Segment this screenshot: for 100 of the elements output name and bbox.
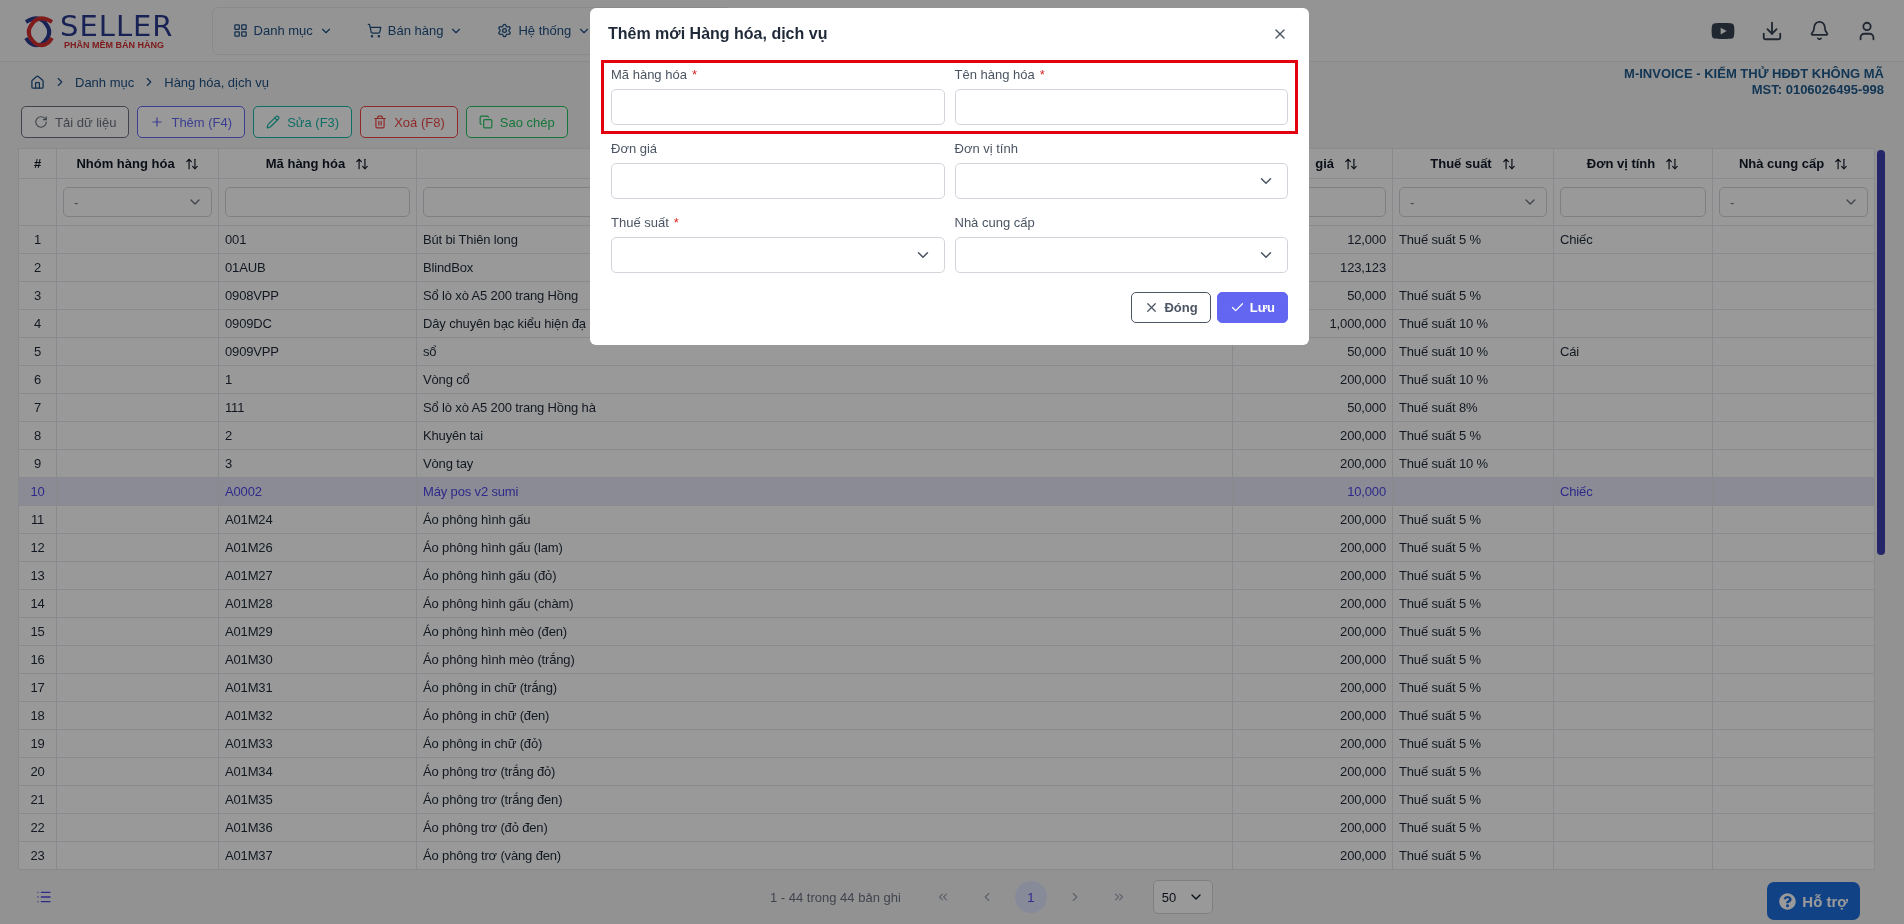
input-field[interactable]	[954, 89, 1288, 125]
table-cell: Áo phông hình mèo (trắng)	[416, 645, 1233, 674]
copy-icon	[478, 115, 493, 129]
notification-icon[interactable]	[1809, 20, 1830, 41]
table-cell: 6	[18, 365, 57, 394]
table-row[interactable]: 12 A01M26 Áo phông hình gấu (lam) 200,000 Thuế suất 5 %	[18, 533, 1875, 562]
table-row[interactable]: 19 A01M33 Áo phông in chữ (đỏ) 200,000 Thuế suất 5 %	[18, 729, 1875, 758]
help-button[interactable]: Hỗ trợ	[1767, 882, 1860, 920]
table-row[interactable]: 7 111 Sổ lò xò A5 200 trang Hồng hà 50,000 Thuế suất 8%	[18, 393, 1875, 422]
table-cell: Thuế suất 5 %	[1392, 841, 1554, 870]
column-header[interactable]: Mã hàng hóa	[218, 148, 417, 179]
table-row[interactable]: 15 A01M29 Áo phông hình mèo (đen) 200,000 Thuế suất 5 %	[18, 617, 1875, 646]
column-header: #	[18, 148, 57, 179]
page-size-select[interactable]: 50	[1152, 880, 1213, 914]
select-field[interactable]	[954, 237, 1288, 273]
filter-select[interactable]: -	[1719, 187, 1868, 217]
table-cell: 200,000	[1232, 561, 1393, 590]
table-cell: Áo phông hình gấu	[416, 505, 1233, 534]
table-cell: Thuế suất 5 %	[1392, 225, 1554, 254]
table-cell: Chiếc	[1553, 477, 1713, 506]
table-row[interactable]: 6 1 Vòng cổ 200,000 Thuế suất 10 %	[18, 365, 1875, 394]
table-row[interactable]: 11 A01M24 Áo phông hình gấu 200,000 Thuế suất 5 %	[18, 505, 1875, 534]
table-row[interactable]: 10 A0002 Máy pos v2 sumi 10,000 Chiếc	[18, 477, 1875, 506]
table-cell: Thuế suất 5 %	[1392, 701, 1554, 730]
table-cell: 200,000	[1232, 841, 1393, 870]
sort-icon[interactable]	[1501, 156, 1516, 171]
table-cell: 200,000	[1232, 505, 1393, 534]
table-cell: Thuế suất 5 %	[1392, 785, 1554, 814]
trash-icon	[373, 115, 388, 129]
table-cell: 1	[18, 225, 57, 254]
table-row[interactable]: 21 A01M35 Áo phông trơ (trắng đen) 200,000 Thuế suất 5 %	[18, 785, 1875, 814]
table-row[interactable]: 8 2 Khuyên tai 200,000 Thuế suất 5 %	[18, 421, 1875, 450]
table-cell: 200,000	[1232, 617, 1393, 646]
table-cell: 2	[18, 253, 57, 282]
download-icon[interactable]	[1761, 19, 1783, 42]
filter-field[interactable]	[1560, 187, 1706, 217]
table-cell: 111	[218, 393, 417, 422]
table-row[interactable]: 17 A01M31 Áo phông in chữ (trắng) 200,000 Thuế suất 5 %	[18, 673, 1875, 702]
select-field[interactable]	[611, 237, 945, 273]
column-header[interactable]: Thuế suất	[1392, 148, 1554, 179]
filter-select[interactable]: -	[63, 187, 212, 217]
table-cell: Áo phông in chữ (đỏ)	[416, 729, 1233, 758]
plus-icon	[150, 115, 165, 129]
table-cell: 50,000	[1232, 393, 1393, 422]
table-row[interactable]: 13 A01M27 Áo phông hình gấu (đỏ) 200,000 Thuế suất 5 %	[18, 561, 1875, 590]
home-icon[interactable]	[30, 74, 45, 90]
toolbar-button[interactable]: Tải dữ liệu	[21, 106, 130, 138]
table-cell: 3	[218, 449, 417, 478]
column-header[interactable]: Nhóm hàng hóa	[56, 148, 219, 179]
table-cell: 200,000	[1232, 673, 1393, 702]
nav-menu-item[interactable]: Danh mục	[232, 23, 333, 38]
table-cell: 20	[18, 757, 57, 786]
field-label: Tên hàng hóa *	[954, 67, 1046, 84]
table-row[interactable]: 20 A01M34 Áo phông trơ (trắng đỏ) 200,000 Thuế suất 5 %	[18, 757, 1875, 786]
table-cell: Thuế suất 10 %	[1392, 449, 1554, 478]
table-cell: A01M33	[218, 729, 417, 758]
sort-icon[interactable]	[355, 156, 370, 171]
table-cell: 13	[18, 561, 57, 590]
save-button[interactable]: Lưu	[1216, 292, 1288, 323]
nav-menu-item[interactable]: Hệ thống	[497, 23, 592, 38]
toolbar-button[interactable]: Thêm (F4)	[137, 106, 246, 138]
sort-icon[interactable]	[1665, 156, 1680, 171]
input-field[interactable]	[611, 89, 945, 125]
list-icon[interactable]	[36, 889, 52, 905]
column-header[interactable]: Nhà cung cấp	[1712, 148, 1875, 179]
table-cell: Áo phông trơ (vàng đen)	[416, 841, 1233, 870]
table-cell: A01M30	[218, 645, 417, 674]
table-cell: 200,000	[1232, 729, 1393, 758]
table-cell: A01M32	[218, 701, 417, 730]
breadcrumb-link[interactable]: Hàng hóa, dịch vụ	[164, 74, 270, 90]
page-button[interactable]: 1	[1014, 881, 1047, 913]
table-cell: A01M35	[218, 785, 417, 814]
nav-menu-item[interactable]: Bán hàng	[366, 23, 464, 38]
table-cell: A01M26	[218, 533, 417, 562]
table-cell: Thuế suất 10 %	[1392, 337, 1554, 366]
close-button[interactable]: Đóng	[1131, 292, 1211, 323]
table-row[interactable]: 18 A01M32 Áo phông in chữ (đen) 200,000 Thuế suất 5 %	[18, 701, 1875, 730]
table-row[interactable]: 9 3 Vòng tay 200,000 Thuế suất 10 %	[18, 449, 1875, 478]
table-row[interactable]: 14 A01M28 Áo phông hình gấu (chàm) 200,000 Thuế suất 5 %	[18, 589, 1875, 618]
table-cell: 200,000	[1232, 785, 1393, 814]
filter-select[interactable]: -	[1399, 187, 1547, 217]
company-info: M-INVOICE - KIỂM THỬ HĐĐT KHÔNG MÃ	[1624, 66, 1884, 82]
table-row[interactable]: 16 A01M30 Áo phông hình mèo (trắng) 200,000 Thuế suất 5 %	[18, 645, 1875, 674]
breadcrumb-link[interactable]: Danh mục	[75, 74, 135, 90]
sort-icon[interactable]	[1834, 156, 1849, 171]
select-field[interactable]	[954, 163, 1288, 199]
logo-title: SELLER	[60, 11, 174, 41]
table-row[interactable]: 22 A01M36 Áo phông trơ (đỏ đen) 200,000 Thuế suất 5 %	[18, 813, 1875, 842]
company-info: MST: 0106026495-998	[1751, 82, 1884, 98]
table-cell: Áo phông trơ (trắng đỏ)	[416, 757, 1233, 786]
table-cell: 12	[18, 533, 57, 562]
filter-field[interactable]	[225, 187, 410, 217]
input-field[interactable]	[611, 163, 945, 199]
table-row[interactable]: 23 A01M37 Áo phông trơ (vàng đen) 200,000 Thuế suất 5 %	[18, 841, 1875, 870]
column-header[interactable]: Đơn vị tính	[1553, 148, 1713, 179]
sort-icon[interactable]	[1344, 156, 1358, 171]
sort-icon[interactable]	[184, 156, 199, 171]
table-cell: Thuế suất 5 %	[1392, 533, 1554, 562]
table-cell: 200,000	[1232, 365, 1393, 394]
table-cell: 0909DC	[218, 309, 417, 338]
